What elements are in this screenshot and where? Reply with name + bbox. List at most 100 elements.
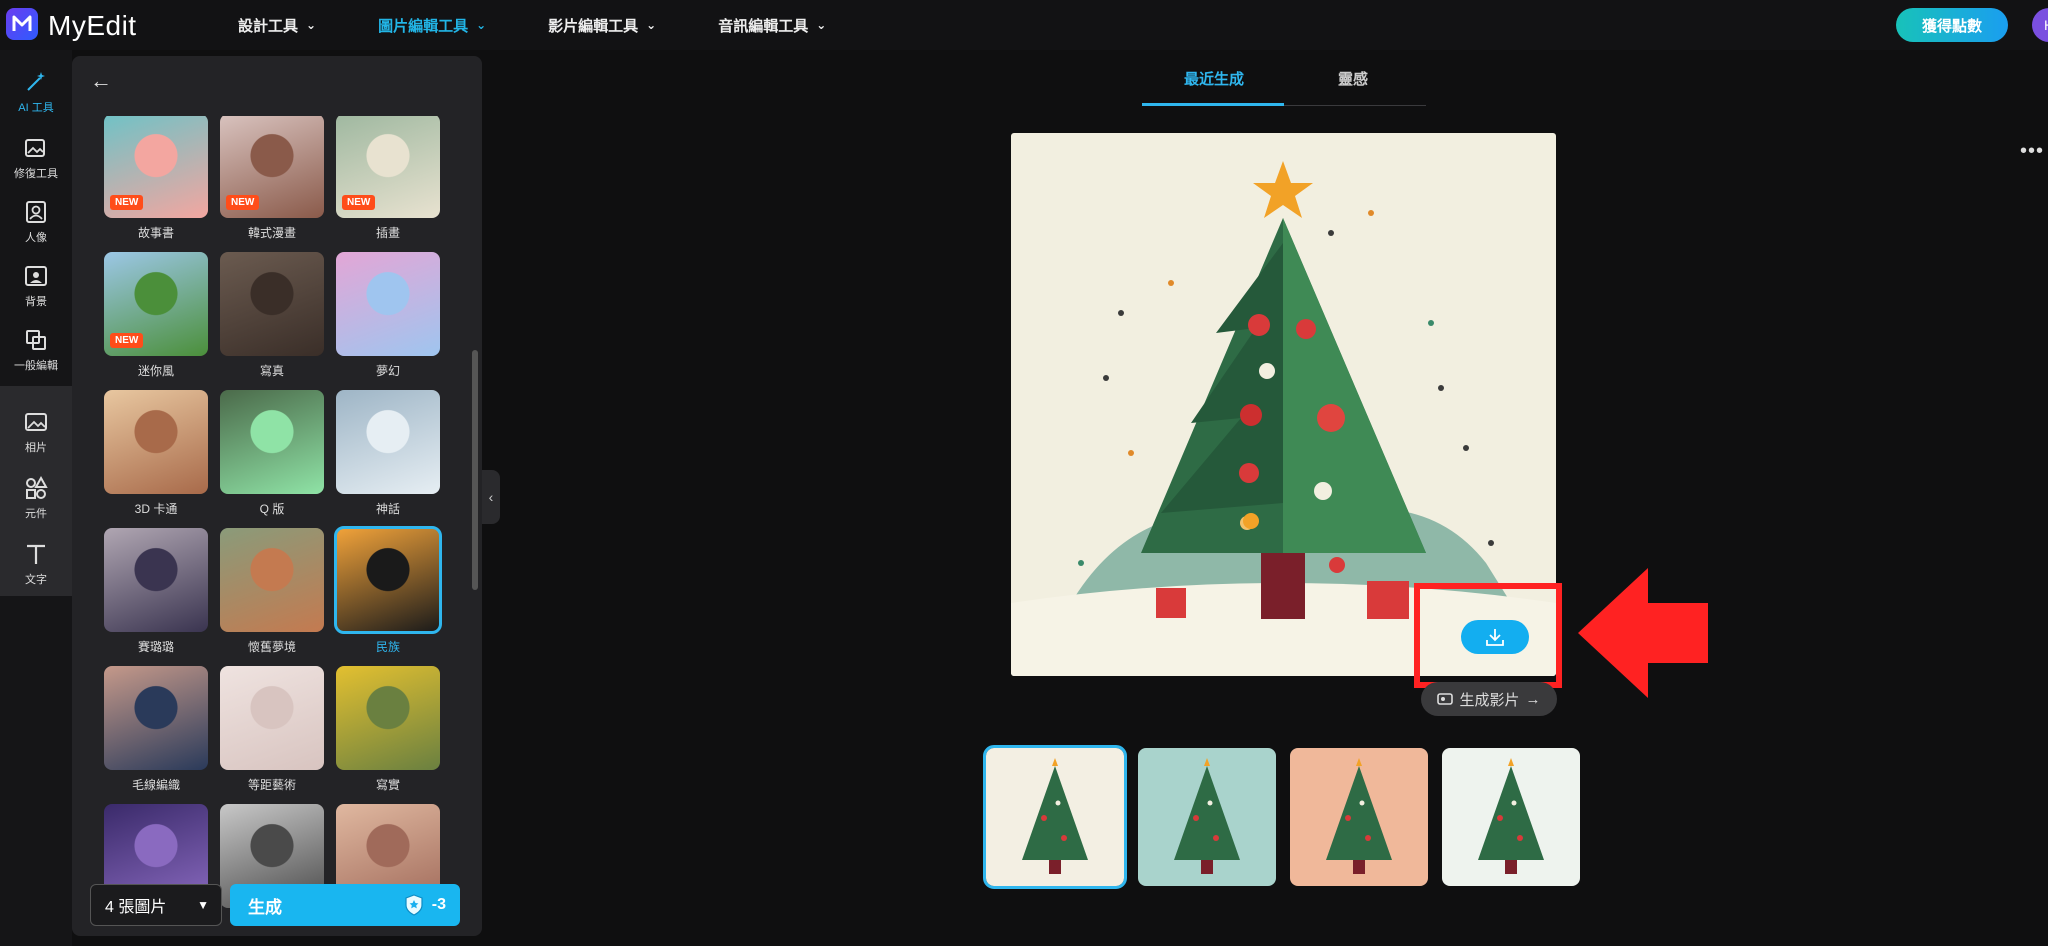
chevron-down-icon: ⌄ (816, 18, 827, 32)
style-card[interactable]: 等距藝術 (220, 666, 324, 793)
style-card[interactable]: NEW 韓式漫畫 (220, 116, 324, 241)
rail-label: 人像 (25, 232, 47, 244)
style-card[interactable]: NEW 故事書 (104, 116, 208, 241)
style-label: 迷你風 (137, 364, 174, 378)
style-label: 等距藝術 (247, 778, 296, 792)
style-card[interactable]: NEW 插畫 (336, 116, 440, 241)
style-card[interactable]: 懷舊夢境 (220, 528, 324, 655)
tab-recent[interactable]: 最近生成 (1184, 68, 1244, 89)
style-card[interactable]: 寫實 (336, 666, 440, 793)
style-thumbnail[interactable] (336, 252, 440, 356)
rail-item-portrait[interactable]: 人像 (0, 190, 72, 254)
style-card[interactable]: 毛線編織 (104, 666, 208, 793)
rail-label: 文字 (25, 574, 47, 586)
style-label: 賽璐璐 (137, 640, 174, 654)
result-thumbnail[interactable] (1442, 748, 1580, 886)
rail-label: 背景 (25, 296, 47, 308)
generate-video-button[interactable]: 生成影片 → (1421, 682, 1557, 716)
rail-label: AI 工具 (18, 102, 54, 114)
style-thumbnail[interactable]: NEW (220, 116, 324, 218)
new-badge: NEW (110, 195, 144, 210)
rail-item-repair-tools[interactable]: 修復工具 (0, 126, 72, 190)
nav-video-tools[interactable]: 影片編輯工具 ⌄ (548, 0, 656, 50)
style-label: 寫實 (375, 778, 400, 792)
top-nav: 設計工具 ⌄ 圖片編輯工具 ⌄ 影片編輯工具 ⌄ 音訊編輯工具 ⌄ (238, 0, 888, 50)
image-count-select[interactable]: 4 張圖片 ▼ (90, 884, 222, 926)
style-label: 夢幻 (375, 364, 400, 378)
get-points-button[interactable]: 獲得點數 (1896, 8, 2008, 42)
myedit-logo-icon[interactable] (6, 8, 38, 40)
more-options-icon[interactable]: ••• (2020, 140, 2044, 163)
style-card[interactable]: 賽璐璐 (104, 528, 208, 655)
style-label: 神話 (375, 502, 400, 516)
tab-inspiration[interactable]: 靈感 (1338, 68, 1368, 89)
nav-audio-tools[interactable]: 音訊編輯工具 ⌄ (718, 0, 826, 50)
nav-design-tools[interactable]: 設計工具 ⌄ (238, 0, 316, 50)
new-badge: NEW (342, 195, 376, 210)
style-label: 插畫 (375, 226, 400, 240)
style-card[interactable]: Q 版 (220, 390, 324, 517)
result-thumbnail[interactable] (1138, 748, 1276, 886)
rail-item-photo[interactable]: 相片 (0, 400, 72, 464)
rail-label: 元件 (25, 508, 47, 520)
rail-item-elements[interactable]: 元件 (0, 466, 72, 530)
style-label: 故事書 (137, 226, 174, 240)
style-thumbnail[interactable] (220, 666, 324, 770)
chevron-down-icon: ⌄ (306, 18, 317, 32)
new-badge: NEW (226, 195, 260, 210)
style-thumbnail[interactable] (104, 390, 208, 494)
style-thumbnail[interactable] (220, 528, 324, 632)
style-thumbnail[interactable]: NEW (104, 116, 208, 218)
image-repair-icon (25, 139, 45, 157)
rail-label: 相片 (25, 442, 47, 454)
style-card[interactable]: 神話 (336, 390, 440, 517)
arrow-right-icon: → (1525, 690, 1541, 708)
result-thumbnail[interactable] (983, 745, 1127, 889)
style-label: 懷舊夢境 (247, 640, 296, 654)
collapse-panel-button[interactable]: ‹ (482, 470, 500, 524)
caret-down-icon: ▼ (197, 898, 209, 912)
rail-item-ai-tools[interactable]: AI 工具 (0, 60, 72, 124)
style-thumbnail[interactable] (104, 666, 208, 770)
left-rail: AI 工具 修復工具 人像 背景 一般編輯 相片 元件 文字 (0, 50, 72, 946)
rail-label: 一般編輯 (14, 360, 58, 372)
panel-scrollbar[interactable] (472, 350, 478, 590)
style-thumbnail[interactable]: NEW (336, 116, 440, 218)
magic-wand-icon (27, 72, 45, 91)
chevron-down-icon: ⌄ (646, 18, 657, 32)
generate-button[interactable]: 生成 -3 (230, 884, 460, 926)
style-thumbnail[interactable] (334, 526, 442, 634)
style-card[interactable]: 夢幻 (336, 252, 440, 379)
chevron-down-icon: ⌄ (476, 18, 487, 32)
style-thumbnail[interactable] (104, 528, 208, 632)
avatar[interactable]: H (2032, 8, 2048, 42)
style-label: 民族 (375, 640, 400, 654)
back-arrow-icon[interactable]: ← (90, 68, 112, 94)
rail-item-background[interactable]: 背景 (0, 254, 72, 318)
new-badge: NEW (110, 333, 144, 348)
style-thumbnail[interactable] (336, 390, 440, 494)
app-name[interactable]: MyEdit (48, 10, 137, 42)
style-grid: NEW 故事書 NEW 韓式漫畫 NEW 插畫 NEW 迷你風 寫真 夢幻 3D 卡通 Q 版 神話 賽璐… (104, 116, 464, 926)
text-icon (27, 544, 45, 564)
style-card[interactable]: 寫真 (220, 252, 324, 379)
style-thumbnail[interactable] (336, 666, 440, 770)
style-thumbnail[interactable] (220, 390, 324, 494)
rail-item-text[interactable]: 文字 (0, 532, 72, 596)
top-bar: MyEdit 設計工具 ⌄ 圖片編輯工具 ⌄ 影片編輯工具 ⌄ 音訊編輯工具 ⌄ 獲得點… (0, 0, 2048, 50)
style-label: 3D 卡通 (134, 502, 178, 516)
style-thumbnail[interactable]: NEW (104, 252, 208, 356)
photo-icon (25, 413, 47, 431)
style-card[interactable]: 民族 (334, 526, 442, 655)
style-label: Q 版 (259, 502, 285, 516)
style-label: 毛線編織 (131, 778, 180, 792)
rail-item-general-edit[interactable]: 一般編輯 (0, 318, 72, 382)
style-thumbnail[interactable] (220, 252, 324, 356)
nav-image-tools[interactable]: 圖片編輯工具 ⌄ (378, 0, 486, 50)
style-card[interactable]: 3D 卡通 (104, 390, 208, 517)
style-card[interactable]: NEW 迷你風 (104, 252, 208, 379)
tab-underline (1142, 103, 1284, 106)
portrait-icon (26, 201, 46, 223)
credit-cost: -3 (404, 894, 446, 916)
result-thumbnail[interactable] (1290, 748, 1428, 886)
